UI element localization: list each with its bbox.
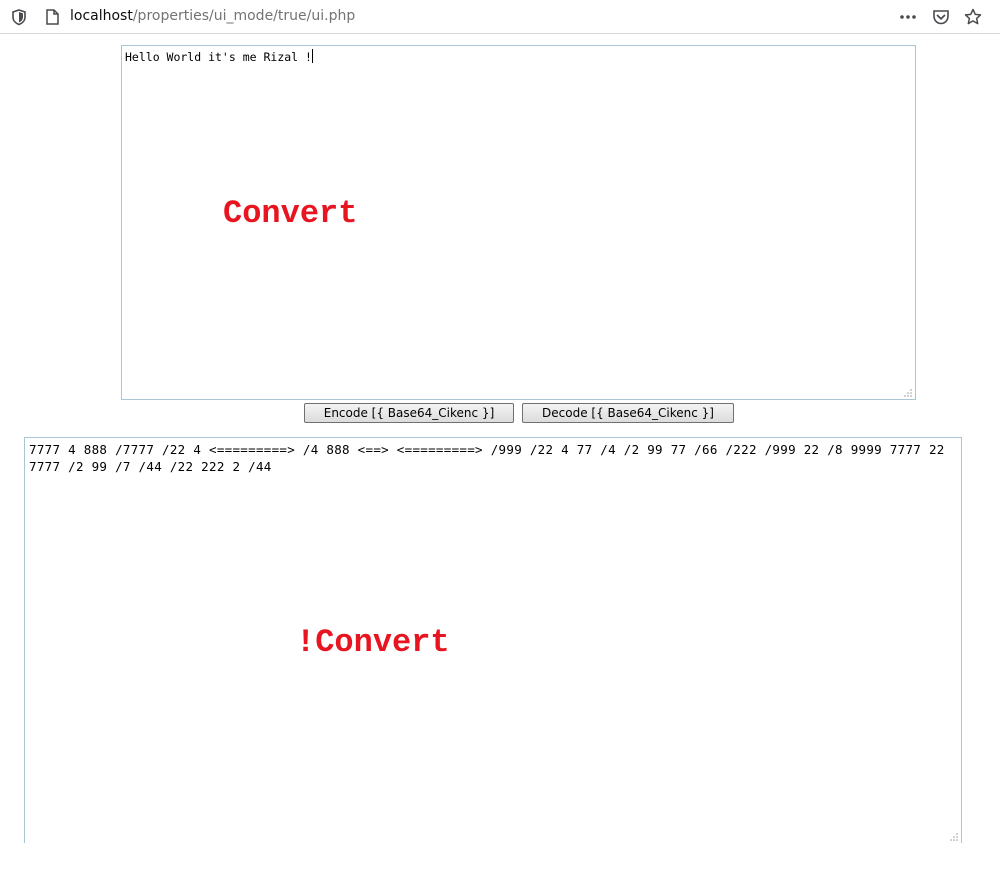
address-bar[interactable]: localhost/properties/ui_mode/true/ui.php [70,8,355,24]
not-convert-label: !Convert [296,624,450,661]
resize-grip-icon[interactable] [949,831,959,841]
more-dots-icon[interactable] [898,7,918,27]
decode-button[interactable]: Decode [{ Base64_Cikenc }] [522,403,734,423]
input-textarea-value: Hello World it's me Rizal ! [125,50,312,64]
output-textarea[interactable]: 7777 4 888 /7777 /22 4 <=========> /4 88… [24,437,962,843]
text-caret [311,49,313,63]
shield-icon[interactable] [9,7,29,27]
encode-button[interactable]: Encode [{ Base64_Cikenc }] [304,403,514,423]
input-textarea-content: Hello World it's me Rizal ! [125,49,313,66]
convert-label: Convert [223,195,358,232]
browser-toolbar: localhost/properties/ui_mode/true/ui.php [0,0,1000,34]
input-textarea[interactable]: Hello World it's me Rizal ! Convert [121,45,916,400]
page-icon [42,7,62,27]
output-textarea-value: 7777 4 888 /7777 /22 4 <=========> /4 88… [29,442,953,474]
resize-grip-icon[interactable] [903,387,913,397]
url-path: /properties/ui_mode/true/ui.php [132,8,356,24]
pocket-icon[interactable] [931,7,951,27]
star-icon[interactable] [963,7,983,27]
url-host: localhost [70,8,133,24]
